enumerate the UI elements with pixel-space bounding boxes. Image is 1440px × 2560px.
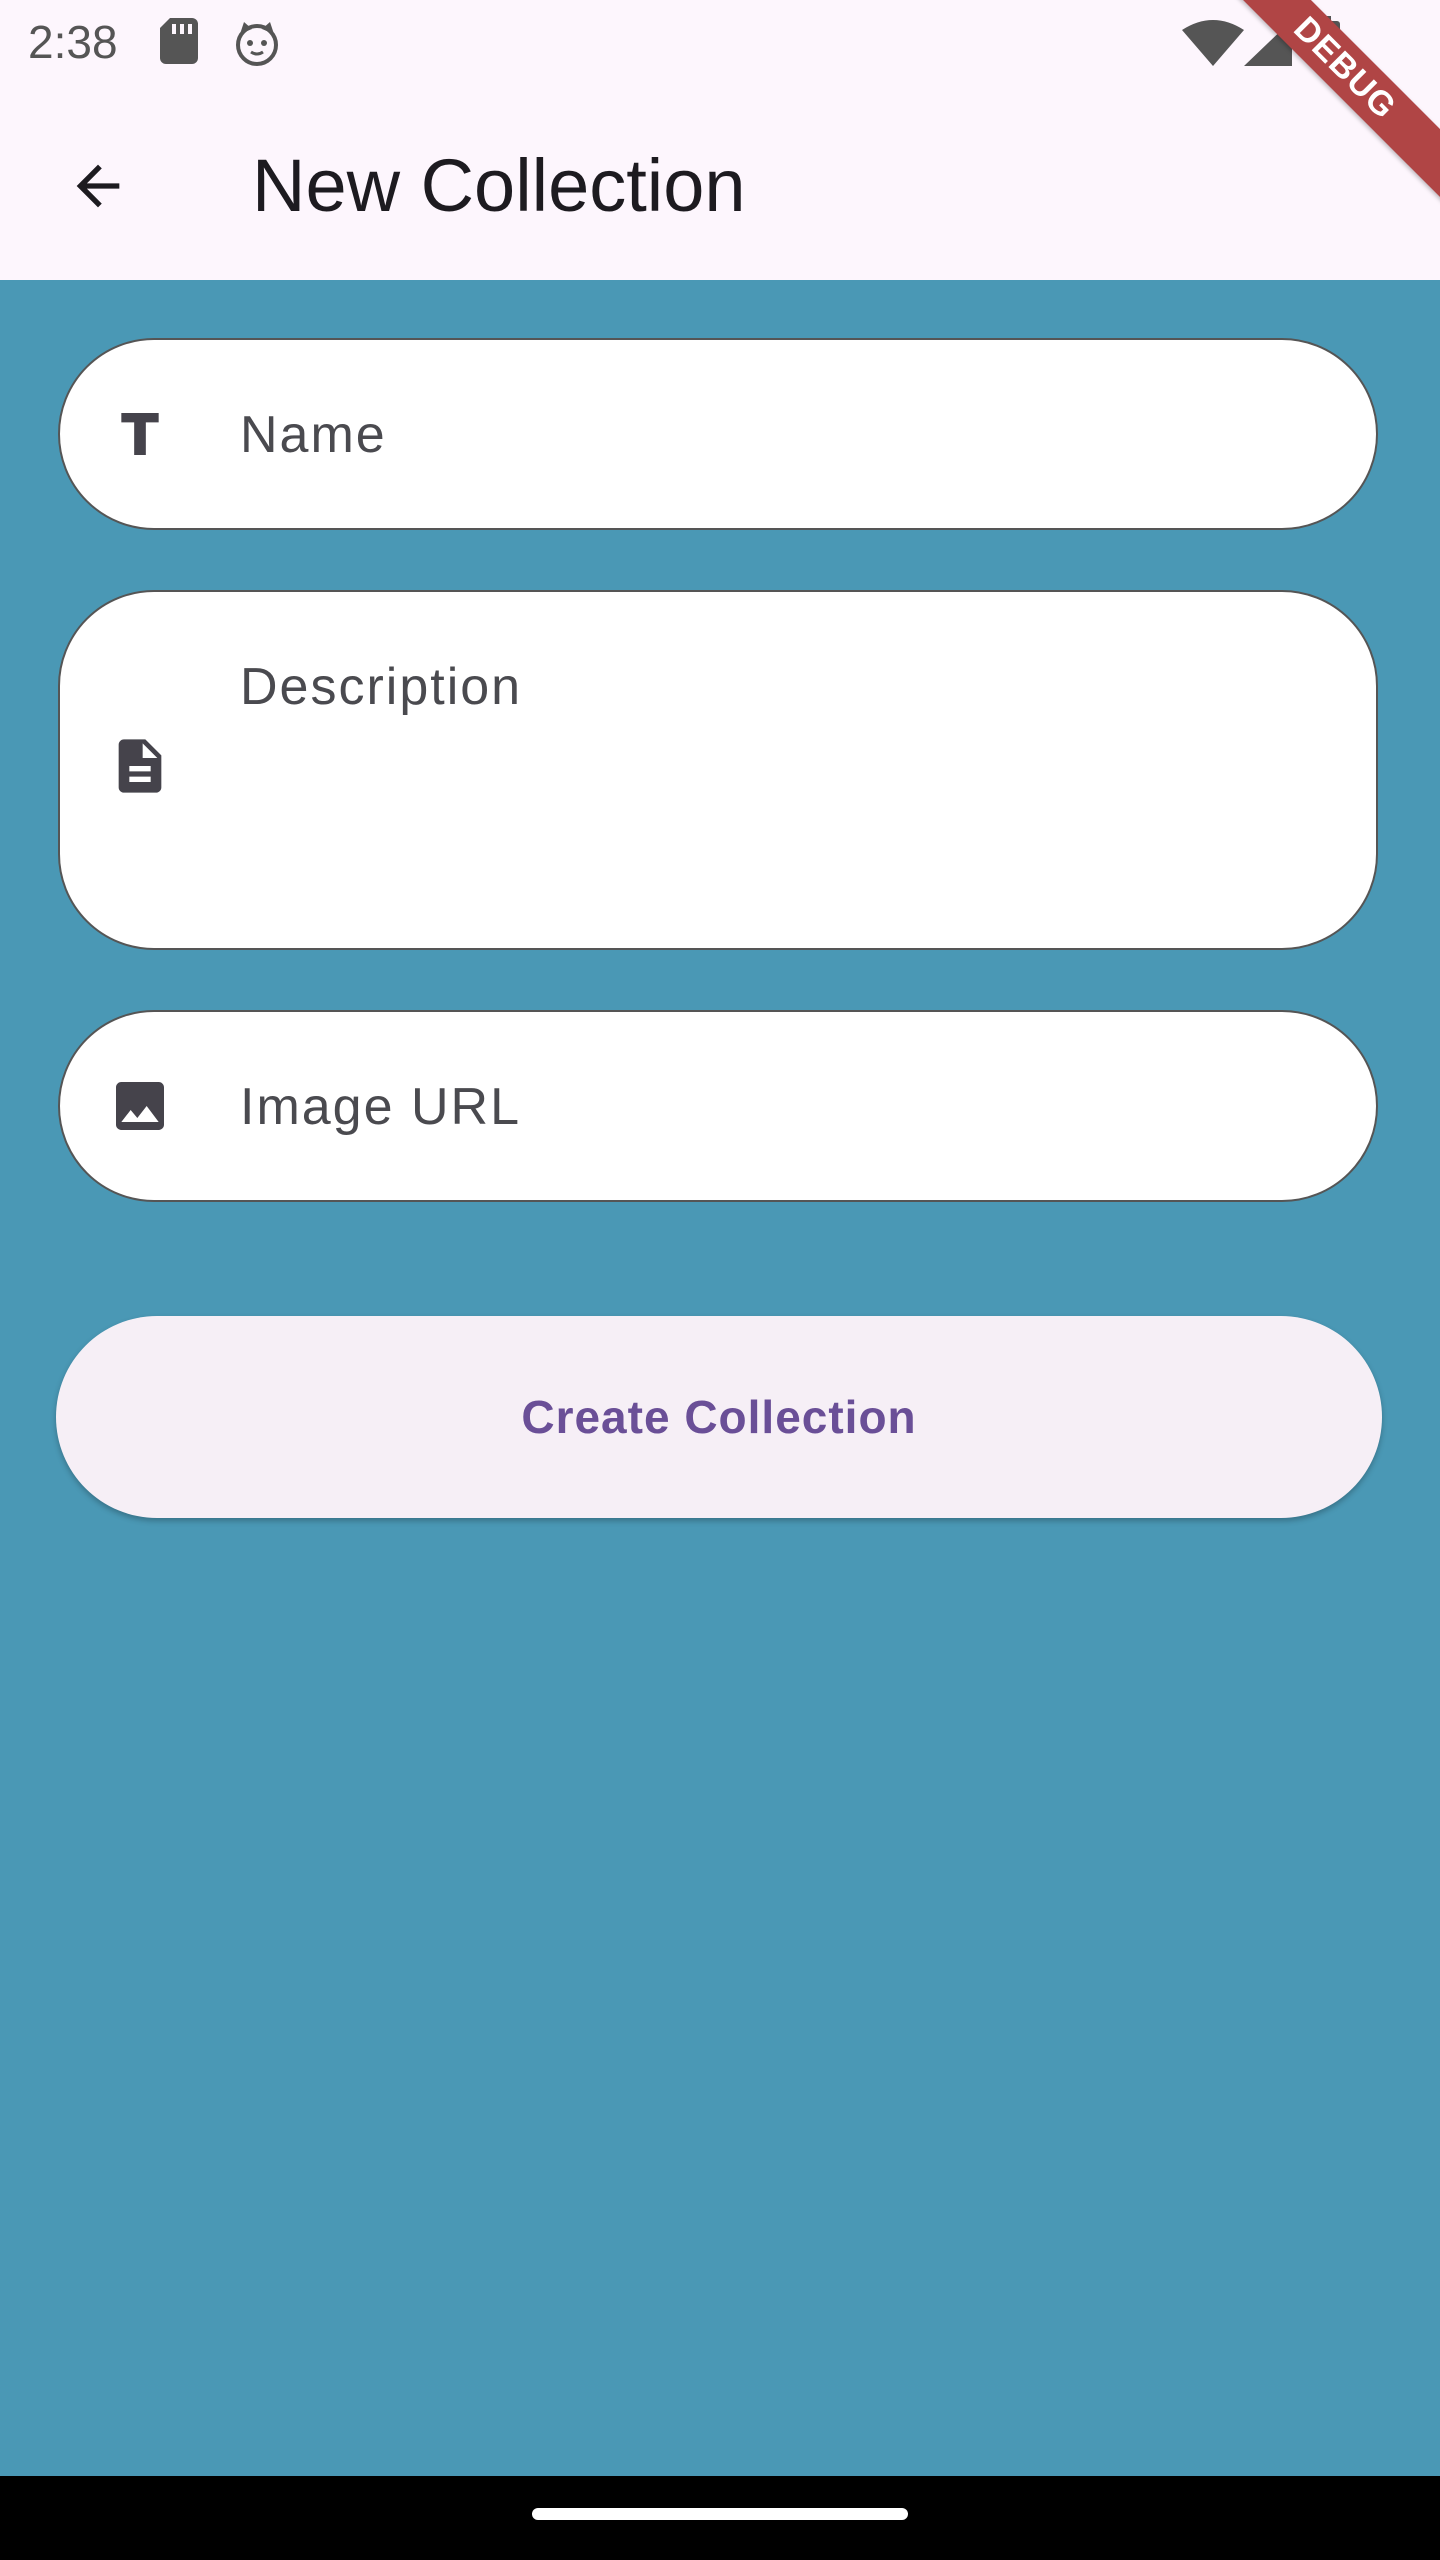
navigation-bar	[0, 2476, 1440, 2560]
status-bar: 2:38	[0, 0, 1440, 86]
wifi-icon	[1182, 20, 1244, 66]
app-bar: New Collection	[0, 86, 1440, 280]
status-time: 2:38	[28, 16, 118, 68]
create-collection-button[interactable]: Create Collection	[56, 1316, 1382, 1518]
home-indicator[interactable]	[532, 2508, 908, 2520]
image-url-field[interactable]: Image URL	[58, 1010, 1378, 1202]
sd-card-icon	[160, 18, 198, 64]
back-button[interactable]	[46, 134, 150, 238]
description-field[interactable]: Description	[58, 590, 1378, 950]
arrow-back-icon	[76, 164, 120, 208]
document-icon	[108, 734, 172, 798]
image-icon	[108, 1074, 172, 1138]
name-field-label: Name	[240, 406, 387, 464]
description-field-label: Description	[240, 658, 523, 716]
page-title: New Collection	[252, 144, 746, 227]
text-icon	[108, 402, 172, 466]
image-url-field-label: Image URL	[240, 1078, 521, 1136]
name-field[interactable]: Name	[58, 338, 1378, 530]
cat-icon	[236, 22, 278, 66]
